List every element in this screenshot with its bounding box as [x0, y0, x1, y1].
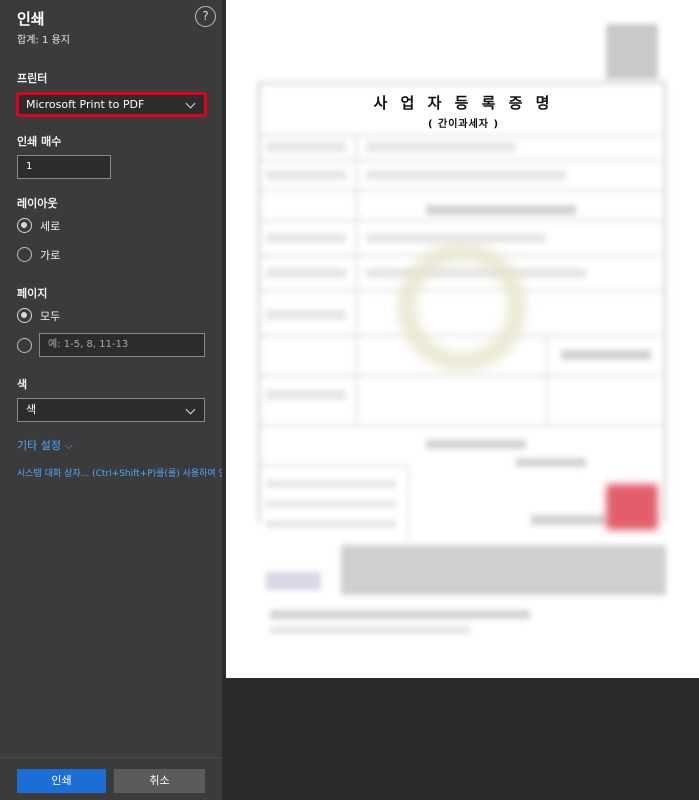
color-label: 색: [17, 378, 28, 391]
document-title-box: 사 업 자 등 록 증 명 ( 간이과세자 ): [362, 91, 565, 130]
layout-landscape-label: 가로: [40, 249, 61, 262]
color-select[interactable]: 색: [17, 398, 205, 422]
document-subtitle: ( 간이과세자 ): [427, 119, 500, 130]
printer-value: Microsoft Print to PDF: [26, 98, 145, 111]
panel-title: 인쇄: [17, 10, 45, 28]
copies-input[interactable]: 1: [17, 155, 111, 179]
print-settings-panel: 인쇄 합계: 1 용지 ? 프린터 Microsoft Print to PDF…: [0, 0, 222, 800]
page-range-input[interactable]: 예: 1-5, 8, 11-13: [39, 333, 205, 357]
layout-landscape-radio[interactable]: [17, 247, 32, 262]
print-preview-page: 사 업 자 등 록 증 명 ( 간이과세자 ): [226, 0, 699, 678]
printer-select[interactable]: Microsoft Print to PDF: [16, 92, 207, 117]
layout-portrait-radio[interactable]: [17, 218, 32, 233]
chevron-down-icon: [185, 404, 196, 415]
copies-label: 인쇄 매수: [17, 135, 62, 148]
pages-label: 페이지: [17, 287, 48, 300]
more-settings-link[interactable]: 기타 설정 ⌵: [17, 437, 73, 453]
chevron-down-icon: [185, 98, 196, 109]
system-dialog-link[interactable]: 시스템 대화 상자... (Ctrl+Shift+P)를(를) 사용하여 인쇄: [17, 466, 222, 479]
color-value: 색: [26, 403, 37, 416]
print-button[interactable]: 인쇄: [17, 769, 106, 793]
emblem-watermark-icon: [398, 243, 526, 371]
page-count-summary: 합계: 1 용지: [17, 35, 70, 46]
cancel-button[interactable]: 취소: [114, 769, 205, 793]
layout-label: 레이아웃: [17, 197, 58, 210]
pages-range-radio[interactable]: [17, 338, 32, 353]
pages-all-label: 모두: [40, 310, 61, 323]
printer-label: 프린터: [17, 72, 48, 85]
pages-all-radio[interactable]: [17, 308, 32, 323]
layout-portrait-label: 세로: [40, 220, 61, 233]
action-bar: 인쇄 취소: [0, 757, 222, 800]
help-icon[interactable]: ?: [195, 6, 216, 27]
document-title: 사 업 자 등 록 증 명: [373, 94, 554, 112]
official-seal-icon: [606, 484, 658, 530]
